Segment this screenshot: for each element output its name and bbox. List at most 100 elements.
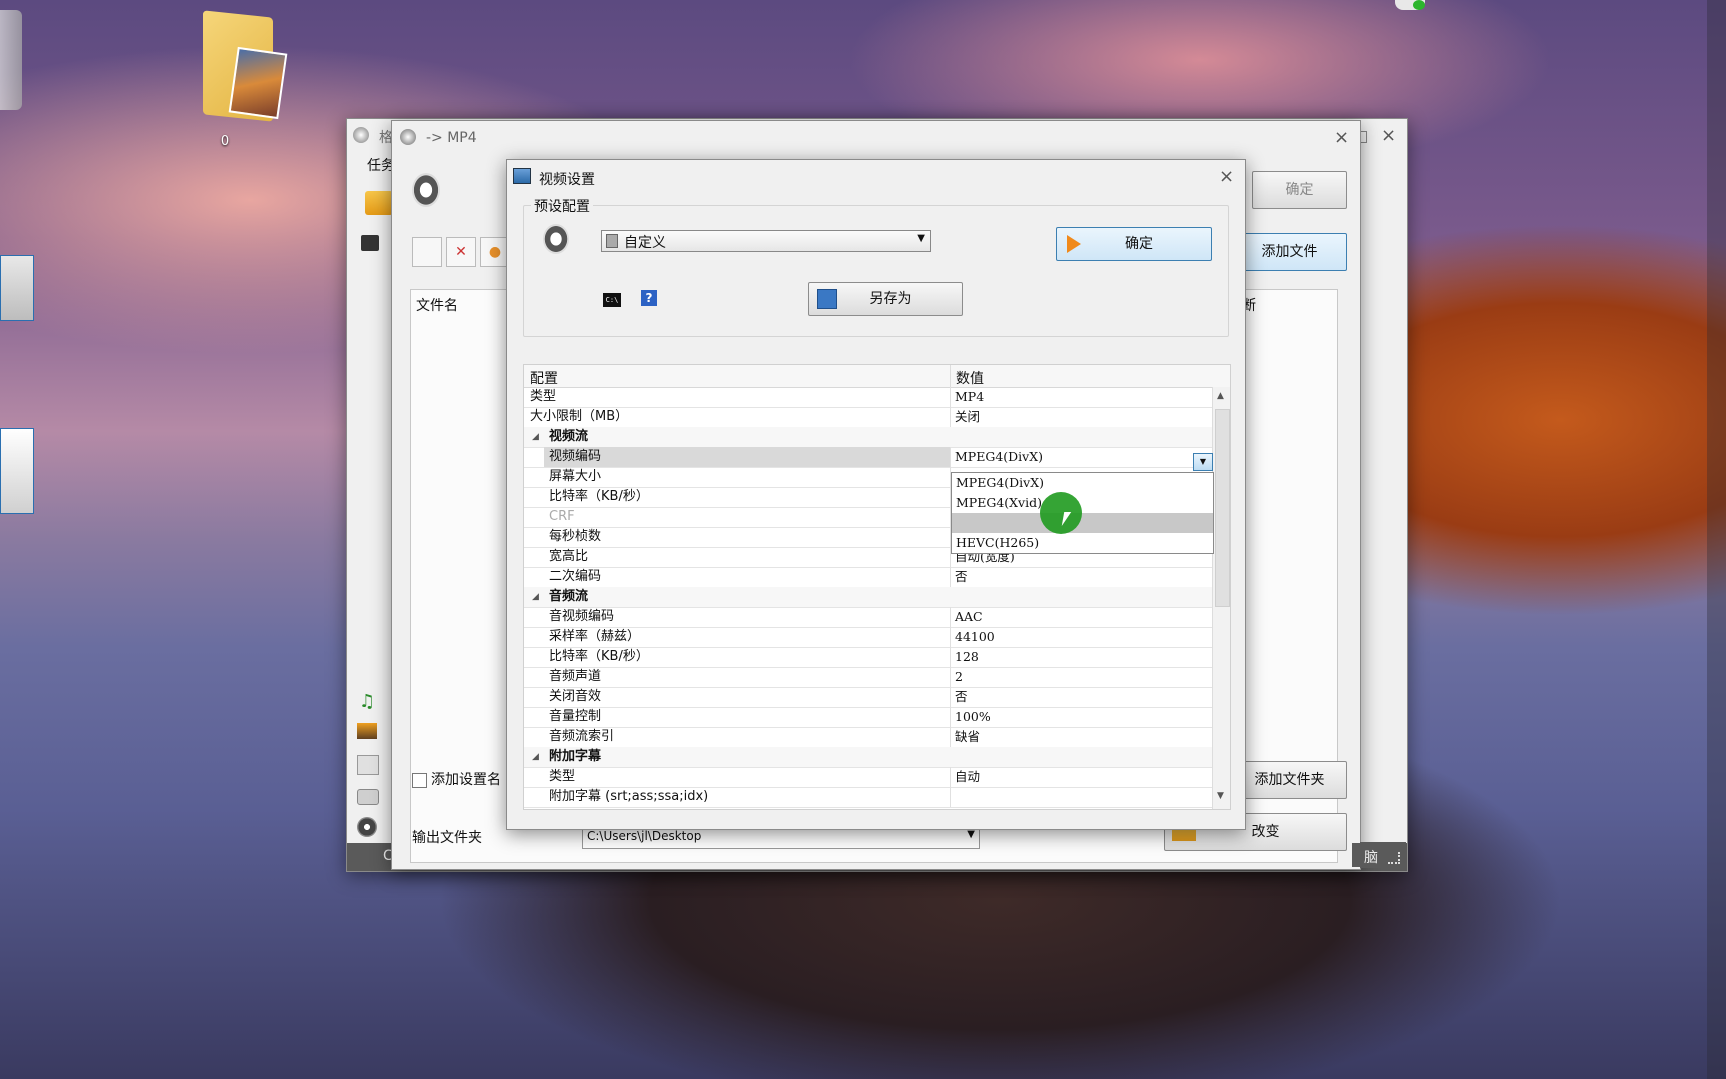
- file-list-header-filename[interactable]: 文件名: [416, 295, 458, 315]
- codec-option[interactable]: MPEG4(DivX): [952, 473, 1213, 493]
- add-setting-name-checkbox[interactable]: [412, 773, 427, 788]
- grid-row[interactable]: 音视频编码 AAC: [524, 607, 1212, 628]
- cmd-icon[interactable]: C:\: [603, 293, 621, 307]
- grid-row-key: 大小限制（MB）: [530, 409, 629, 424]
- collapse-triangle-icon[interactable]: ◢: [532, 587, 539, 607]
- mp4-window-title: -> MP4: [426, 130, 477, 146]
- preset-doc-icon: [606, 234, 618, 248]
- toolbar-clear-icon[interactable]: ✕: [446, 237, 476, 267]
- grid-row-key: 音量控制: [549, 709, 602, 724]
- grid-row[interactable]: 音量控制 100%: [524, 707, 1212, 728]
- grid-row-value: MPEG4(DivX): [955, 449, 1044, 464]
- grid-row[interactable]: 视频编码 MPEG4(DivX): [524, 447, 1212, 468]
- grid-divider: [950, 687, 951, 707]
- grid-row-key: 每秒桢数: [549, 529, 602, 544]
- add-setting-name-label: 添加设置名: [431, 772, 501, 788]
- preset-group-label: 预设配置: [531, 196, 593, 216]
- dialog-close-icon[interactable]: ×: [1219, 166, 1234, 187]
- collapse-triangle-icon[interactable]: ◢: [532, 747, 539, 767]
- grid-row-key: 附加字幕 (srt;ass;ssa;idx): [549, 789, 709, 804]
- grid-row[interactable]: 音频流索引 缺省: [524, 727, 1212, 748]
- grid-scrollbar[interactable]: ▲ ▼: [1212, 387, 1230, 809]
- sidebar-music-icon[interactable]: ♫: [359, 691, 375, 712]
- cursor-highlight: [1040, 492, 1082, 534]
- grid-row-value: 128: [955, 649, 979, 664]
- grid-row-key: 比特率（KB/秒）: [549, 489, 649, 504]
- grid-row-key: CRF: [549, 509, 575, 524]
- grid-row[interactable]: 音频声道 2: [524, 667, 1212, 688]
- sidebar-image-icon[interactable]: [357, 723, 377, 739]
- preset-value: 自定义: [624, 235, 666, 251]
- grid-row[interactable]: 附加字幕 (srt;ass;ssa;idx): [524, 787, 1212, 808]
- codec-option[interactable]: HEVC(H265): [952, 533, 1213, 553]
- collapse-triangle-icon[interactable]: ◢: [532, 427, 539, 447]
- grid-divider: [950, 567, 951, 587]
- toolbar-remove-icon[interactable]: [412, 237, 442, 267]
- grid-row-key: 屏幕大小: [549, 469, 602, 484]
- mp4-ok-button[interactable]: 确定: [1252, 171, 1347, 209]
- grid-row[interactable]: 关闭音效 否: [524, 687, 1212, 708]
- desktop-thumbnail-1[interactable]: [0, 255, 34, 321]
- grid-category-label: 视频流: [549, 429, 589, 444]
- grid-row-key: 音频声道: [549, 669, 602, 684]
- help-icon[interactable]: ?: [641, 290, 657, 306]
- recycle-bin-icon[interactable]: [0, 10, 22, 110]
- grid-row-value: AAC: [955, 609, 983, 624]
- property-grid[interactable]: 配置 数值 类型 MP4 大小限制（MB） 关闭 ◢ 视频流 视频编码 MPEG4(DivX)…: [523, 364, 1231, 810]
- grid-rows: 类型 MP4 大小限制（MB） 关闭 ◢ 视频流 视频编码 MPEG4(DivX) 屏幕大小 比特…: [524, 387, 1212, 809]
- grid-row-value: 缺省: [955, 729, 981, 744]
- codec-option[interactable]: [952, 513, 1213, 533]
- grid-row-key: 视频编码: [544, 447, 950, 467]
- save-disk-icon: [817, 289, 837, 309]
- grid-row-key: 宽高比: [549, 549, 589, 564]
- grid-row-key: 采样率（赫兹）: [549, 629, 641, 644]
- scroll-thumb[interactable]: [1215, 409, 1230, 607]
- grid-row-value: 2: [955, 669, 963, 684]
- back-window-folder-icon[interactable]: [365, 191, 393, 215]
- grid-divider: [950, 627, 951, 647]
- grid-category[interactable]: ◢ 视频流: [524, 427, 1212, 448]
- grid-row[interactable]: 大小限制（MB） 关闭: [524, 407, 1212, 428]
- sidebar-document-icon[interactable]: [357, 755, 379, 775]
- grid-row[interactable]: 比特率（KB/秒） 128: [524, 647, 1212, 668]
- notification-check-icon: [1413, 0, 1425, 10]
- grid-category[interactable]: ◢ 附加字幕: [524, 747, 1212, 768]
- grid-row[interactable]: 类型 自动: [524, 767, 1212, 788]
- grid-divider: [950, 727, 951, 747]
- mp4-window-close-icon[interactable]: ×: [1334, 127, 1349, 148]
- resize-grip-icon[interactable]: [1388, 852, 1400, 864]
- grid-row-value: MP4: [955, 389, 985, 404]
- codec-option[interactable]: MPEG4(Xvid): [952, 493, 1213, 513]
- grid-row-value: 自动: [955, 769, 981, 784]
- dialog-title: 视频设置: [539, 172, 595, 188]
- back-window-close-icon[interactable]: ×: [1381, 125, 1396, 146]
- grid-divider: [950, 667, 951, 687]
- grid-row[interactable]: 采样率（赫兹） 44100: [524, 627, 1212, 648]
- scroll-up-arrow-icon[interactable]: ▲: [1217, 391, 1224, 401]
- grid-divider: [950, 447, 951, 467]
- scroll-down-arrow-icon[interactable]: ▼: [1217, 791, 1224, 801]
- preset-select[interactable]: 自定义 ▼: [601, 230, 931, 252]
- grid-row[interactable]: 二次编码 否: [524, 567, 1212, 588]
- back-status-right-label: 脑: [1364, 850, 1378, 866]
- codec-dropdown[interactable]: MPEG4(DivX) MPEG4(Xvid) HEVC(H265): [951, 472, 1214, 554]
- grid-row-key: 关闭音效: [549, 689, 602, 704]
- output-folder-select[interactable]: C:\Users\jl\Desktop ▼: [582, 827, 980, 849]
- preset-chevron-down-icon: ▼: [917, 233, 925, 244]
- grid-category[interactable]: ◢ 音频流: [524, 587, 1212, 608]
- preset-group: [523, 205, 1229, 337]
- ok-arrow-icon: [1067, 235, 1081, 253]
- codec-dropdown-button[interactable]: ▼: [1193, 453, 1213, 471]
- grid-row-value: 否: [955, 689, 968, 704]
- output-folder-label: 输出文件夹: [412, 830, 482, 846]
- back-window-video-icon[interactable]: [361, 235, 379, 251]
- sidebar-drive-icon[interactable]: [357, 789, 379, 805]
- grid-row[interactable]: 类型 MP4: [524, 387, 1212, 408]
- video-settings-dialog: 视频设置 × 预设配置 自定义 ▼ 确定 C:\ ? 另存为 配置 数值 类型 M…: [506, 159, 1246, 830]
- grid-row-key: 二次编码: [549, 569, 602, 584]
- desktop-thumbnail-2[interactable]: [0, 428, 34, 514]
- sidebar-tools-icon[interactable]: [357, 817, 377, 837]
- grid-divider: [950, 407, 951, 427]
- desktop-folder[interactable]: 0: [195, 6, 295, 149]
- grid-row-key: 类型: [549, 769, 576, 784]
